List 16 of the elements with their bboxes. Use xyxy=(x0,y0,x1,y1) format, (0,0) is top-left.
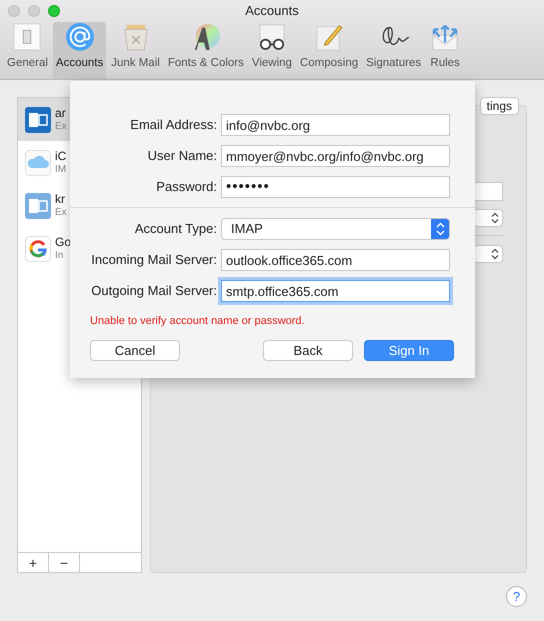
field-label: Email Address: xyxy=(129,116,218,134)
field-label: User Name: xyxy=(146,147,218,166)
account-type: Ex xyxy=(55,206,67,220)
window-title: Accounts xyxy=(245,2,299,20)
error-message: Unable to verify account name or password. xyxy=(89,314,306,329)
account-type: In xyxy=(55,248,64,262)
field-label: Account Type: xyxy=(134,220,218,238)
account-name: ar xyxy=(55,106,67,120)
field-label: Outgoing Mail Server: xyxy=(90,282,218,300)
account-name: iC xyxy=(55,148,66,162)
account-name: Go xyxy=(55,234,72,248)
account-name: kr xyxy=(55,192,66,206)
account-type: Ex xyxy=(55,120,67,134)
account-type: IM xyxy=(55,162,66,176)
field-label: Password: xyxy=(155,178,218,196)
field-label: Incoming Mail Server: xyxy=(90,251,218,270)
